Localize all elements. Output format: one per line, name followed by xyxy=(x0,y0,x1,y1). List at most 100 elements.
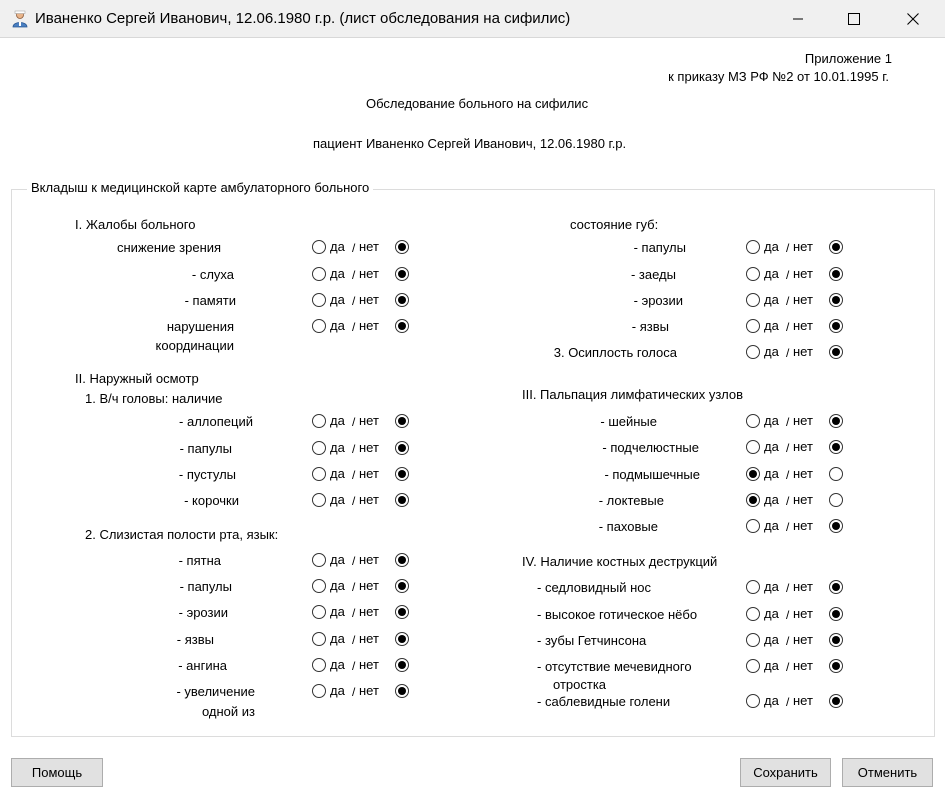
left-row-8-separator: / xyxy=(352,554,356,568)
right-row-11-label: - высокое готическое нёбо xyxy=(537,607,698,622)
right-row-8-no-radio[interactable] xyxy=(829,493,843,507)
right-row-1-yes-label: да xyxy=(764,266,779,281)
right-row-11-no-radio[interactable] xyxy=(829,607,843,621)
right-row-10-yes-radio[interactable] xyxy=(746,580,760,594)
left-row-12-no-radio[interactable] xyxy=(395,658,409,672)
subsection-lips-title: состояние губ: xyxy=(570,217,659,232)
minimize-icon xyxy=(793,18,803,20)
right-row-0-no-label: нет xyxy=(793,239,813,254)
right-row-13-separator: / xyxy=(786,660,790,674)
right-row-8-yes-radio[interactable] xyxy=(746,493,760,507)
left-row-13-yes-radio[interactable] xyxy=(312,684,326,698)
right-row-4-no-radio[interactable] xyxy=(829,345,843,359)
window-title: Иваненко Сергей Иванович, 12.06.1980 г.р… xyxy=(35,10,571,27)
left-row-6-no-label: нет xyxy=(359,466,379,481)
right-row-13-yes-radio[interactable] xyxy=(746,659,760,673)
left-row-6-yes-radio[interactable] xyxy=(312,467,326,481)
save-button[interactable]: Сохранить xyxy=(740,758,831,787)
left-row-4-separator: / xyxy=(352,415,356,429)
left-row-6-separator: / xyxy=(352,468,356,482)
right-row-1-no-radio[interactable] xyxy=(829,267,843,281)
left-row-0-yes-radio[interactable] xyxy=(312,240,326,254)
right-row-0-yes-radio[interactable] xyxy=(746,240,760,254)
right-row-3-no-label: нет xyxy=(793,318,813,333)
right-row-12-yes-radio[interactable] xyxy=(746,633,760,647)
right-row-6-yes-label: да xyxy=(764,439,779,454)
left-row-8-yes-radio[interactable] xyxy=(312,553,326,567)
left-row-4-yes-label: да xyxy=(330,413,345,428)
left-row-2-yes-radio[interactable] xyxy=(312,293,326,307)
left-row-5-no-radio[interactable] xyxy=(395,441,409,455)
right-row-14-yes-radio[interactable] xyxy=(746,694,760,708)
left-row-13-no-radio[interactable] xyxy=(395,684,409,698)
right-row-6-no-radio[interactable] xyxy=(829,440,843,454)
right-row-8-no-label: нет xyxy=(793,492,813,507)
right-row-7-no-radio[interactable] xyxy=(829,467,843,481)
right-row-13-label-2: отростка xyxy=(553,677,607,692)
left-row-11-yes-radio[interactable] xyxy=(312,632,326,646)
section-complaints-title: I. Жалобы больного xyxy=(75,217,196,232)
left-row-10-yes-radio[interactable] xyxy=(312,605,326,619)
left-row-6-yes-label: да xyxy=(330,466,345,481)
right-row-5-no-radio[interactable] xyxy=(829,414,843,428)
right-row-14-no-label: нет xyxy=(793,693,813,708)
left-row-7-no-radio[interactable] xyxy=(395,493,409,507)
right-row-14-no-radio[interactable] xyxy=(829,694,843,708)
left-row-3-no-label: нет xyxy=(359,318,379,333)
left-row-1-yes-radio[interactable] xyxy=(312,267,326,281)
left-row-8-no-radio[interactable] xyxy=(395,553,409,567)
maximize-button[interactable] xyxy=(831,0,877,38)
left-row-0-no-radio[interactable] xyxy=(395,240,409,254)
right-row-14-label: - саблевидные голени xyxy=(537,694,671,709)
right-row-5-yes-label: да xyxy=(764,413,779,428)
left-row-7-yes-radio[interactable] xyxy=(312,493,326,507)
minimize-button[interactable] xyxy=(775,0,821,38)
right-row-10-no-radio[interactable] xyxy=(829,580,843,594)
doctor-app-icon xyxy=(11,10,29,28)
right-row-9-no-radio[interactable] xyxy=(829,519,843,533)
right-row-14-separator: / xyxy=(786,695,790,709)
left-row-6-no-radio[interactable] xyxy=(395,467,409,481)
right-row-9-yes-radio[interactable] xyxy=(746,519,760,533)
right-row-6-no-label: нет xyxy=(793,439,813,454)
left-row-4-yes-radio[interactable] xyxy=(312,414,326,428)
left-row-5-yes-radio[interactable] xyxy=(312,441,326,455)
right-row-13-no-label: нет xyxy=(793,658,813,673)
right-row-11-yes-label: да xyxy=(764,606,779,621)
right-row-11-yes-radio[interactable] xyxy=(746,607,760,621)
right-row-9-separator: / xyxy=(786,520,790,534)
left-row-10-no-radio[interactable] xyxy=(395,605,409,619)
right-row-4-yes-label: да xyxy=(764,344,779,359)
right-row-2-no-label: нет xyxy=(793,292,813,307)
right-row-0-no-radio[interactable] xyxy=(829,240,843,254)
left-row-3-yes-radio[interactable] xyxy=(312,319,326,333)
right-row-2-no-radio[interactable] xyxy=(829,293,843,307)
form-title: Обследование больного на сифилис xyxy=(366,96,589,111)
left-row-11-no-radio[interactable] xyxy=(395,632,409,646)
right-row-3-no-radio[interactable] xyxy=(829,319,843,333)
right-row-2-yes-label: да xyxy=(764,292,779,307)
subsection-oral-mucosa-title: 2. Слизистая полости рта, язык: xyxy=(85,527,279,542)
right-row-10-separator: / xyxy=(786,581,790,595)
right-row-7-yes-radio[interactable] xyxy=(746,467,760,481)
right-row-5-yes-radio[interactable] xyxy=(746,414,760,428)
right-row-4-yes-radio[interactable] xyxy=(746,345,760,359)
cancel-button[interactable]: Отменить xyxy=(842,758,933,787)
close-button[interactable] xyxy=(890,0,936,38)
left-row-4-no-radio[interactable] xyxy=(395,414,409,428)
right-row-3-yes-radio[interactable] xyxy=(746,319,760,333)
right-row-13-no-radio[interactable] xyxy=(829,659,843,673)
left-row-9-no-radio[interactable] xyxy=(395,579,409,593)
right-row-0-separator: / xyxy=(786,241,790,255)
left-row-12-yes-radio[interactable] xyxy=(312,658,326,672)
right-row-1-yes-radio[interactable] xyxy=(746,267,760,281)
left-row-3-no-radio[interactable] xyxy=(395,319,409,333)
left-row-9-yes-radio[interactable] xyxy=(312,579,326,593)
left-row-1-no-radio[interactable] xyxy=(395,267,409,281)
help-button[interactable]: Помощь xyxy=(11,758,103,787)
right-row-12-no-radio[interactable] xyxy=(829,633,843,647)
left-row-2-no-radio[interactable] xyxy=(395,293,409,307)
right-row-2-yes-radio[interactable] xyxy=(746,293,760,307)
right-row-6-yes-radio[interactable] xyxy=(746,440,760,454)
right-row-6-label: - подчелюстные xyxy=(602,440,699,455)
